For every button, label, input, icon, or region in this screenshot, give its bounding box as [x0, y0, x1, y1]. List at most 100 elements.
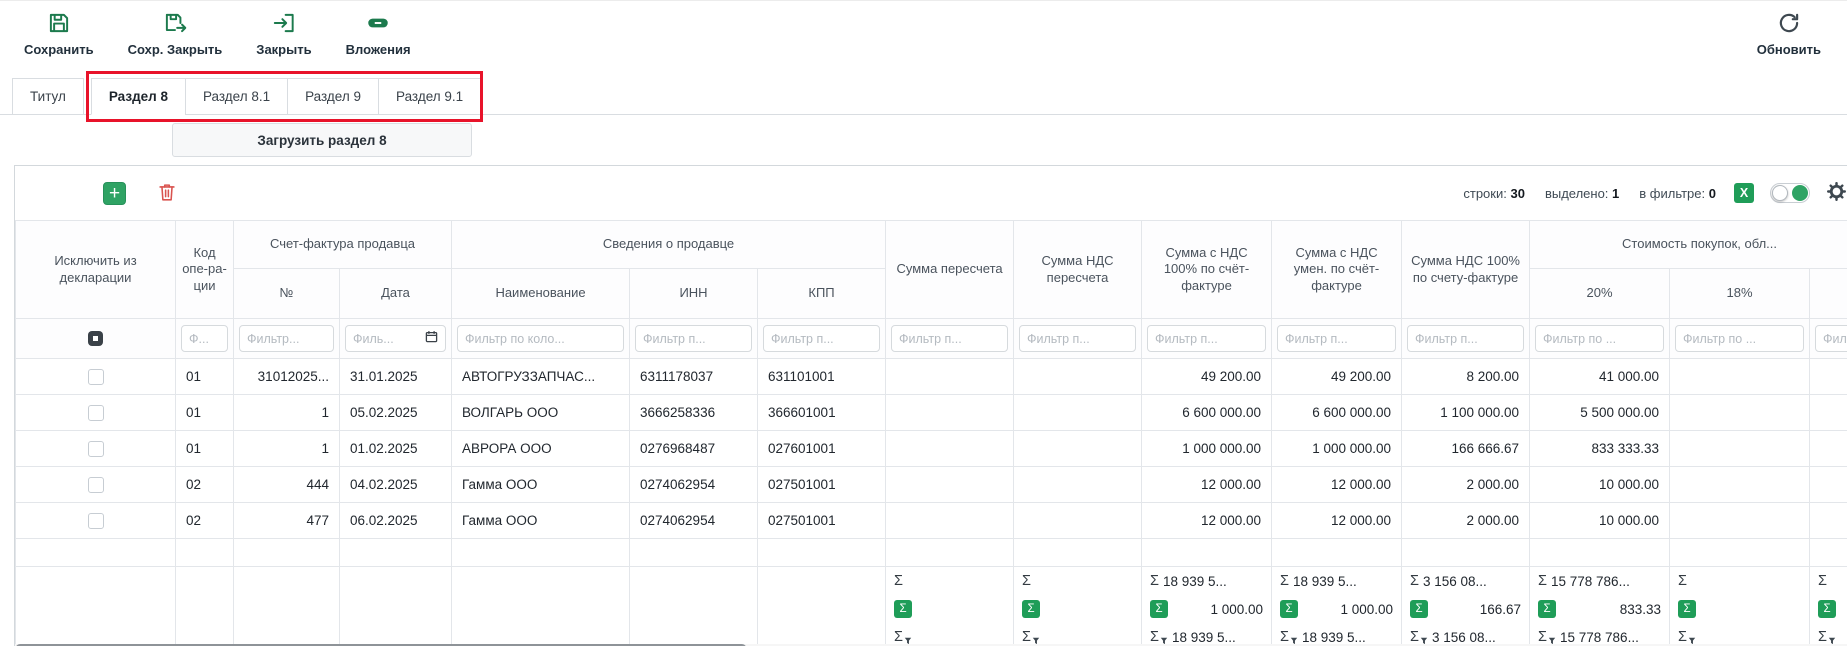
- col-header-20[interactable]: 20%: [1530, 269, 1670, 319]
- tab-razdel-8[interactable]: Раздел 8: [91, 78, 186, 115]
- filtered-sum-icon: Σ: [1150, 629, 1159, 645]
- delete-row-button[interactable]: [156, 181, 178, 206]
- row-checkbox[interactable]: [88, 477, 104, 493]
- col-header-18[interactable]: 18%: [1670, 269, 1810, 319]
- cell-inn: 3666258336: [630, 395, 758, 431]
- row-checkbox[interactable]: [88, 405, 104, 421]
- col-header-opcode[interactable]: Код опе-ра-ции: [176, 221, 234, 319]
- cell-cut: [1810, 359, 1847, 395]
- col-header-inn[interactable]: ИНН: [630, 269, 758, 319]
- cell-cut: [1810, 395, 1847, 431]
- table-row[interactable]: 01 1 01.02.2025 АВРОРА ООО 0276968487 02…: [16, 431, 1847, 467]
- sum-icon: Σ: [1678, 573, 1687, 589]
- col-header-number[interactable]: №: [234, 269, 340, 319]
- cell-vat-100: 166 666.67: [1402, 431, 1530, 467]
- col-header-name[interactable]: Наименование: [452, 269, 630, 319]
- save-label: Сохранить: [24, 42, 94, 57]
- col-header-date[interactable]: Дата: [340, 269, 452, 319]
- row-checkbox[interactable]: [88, 513, 104, 529]
- filter-sum-vat-100-input[interactable]: [1147, 325, 1266, 352]
- cell-inn: 0274062954: [630, 467, 758, 503]
- col-header-cut: [1810, 269, 1847, 319]
- refresh-button[interactable]: Обновить: [1757, 10, 1821, 57]
- cell-name: Гамма ООО: [452, 467, 630, 503]
- close-button[interactable]: Закрыть: [256, 10, 311, 57]
- refresh-icon: [1776, 10, 1802, 39]
- vat-declaration-editor: Сохранить Сохр. Закрыть Закрыть: [0, 0, 1847, 646]
- calendar-icon[interactable]: [425, 330, 438, 347]
- sum-icon: Σ: [1818, 573, 1827, 589]
- cell-number: 1: [234, 431, 340, 467]
- save-close-button[interactable]: Сохр. Закрыть: [128, 10, 223, 57]
- col-header-vat-100[interactable]: Сумма НДС 100% по счету-фактуре: [1402, 221, 1530, 319]
- refresh-label: Обновить: [1757, 42, 1821, 57]
- col-header-kpp[interactable]: КПП: [758, 269, 886, 319]
- sum-icon: Σ: [1150, 573, 1159, 589]
- col-group-invoice: Счет-фактура продавца: [234, 221, 452, 269]
- filter-name-input[interactable]: [457, 325, 624, 352]
- filter-opcode-input[interactable]: [181, 325, 228, 352]
- select-all-checkbox[interactable]: [88, 331, 103, 346]
- filter-recalc-vat-input[interactable]: [1019, 325, 1136, 352]
- add-row-button[interactable]: +: [103, 182, 126, 205]
- footer-18: Σ Σ Σ: [1670, 567, 1810, 646]
- filter-number-input[interactable]: [239, 325, 334, 352]
- cell-20: 833 333.33: [1530, 431, 1670, 467]
- cell-recalc-vat: [1014, 503, 1142, 539]
- tab-titul[interactable]: Титул: [12, 78, 84, 115]
- filter-vat-100-input[interactable]: [1407, 325, 1524, 352]
- cell-sum-vat-reduced: 12 000.00: [1272, 467, 1402, 503]
- col-header-exclude[interactable]: Исключить из декларации: [16, 221, 176, 319]
- close-icon: [271, 10, 297, 39]
- cell-sum-vat-100: 1 000 000.00: [1142, 431, 1272, 467]
- col-header-recalc-sum[interactable]: Сумма пересчета: [886, 221, 1014, 319]
- row-checkbox[interactable]: [88, 441, 104, 457]
- col-group-purchases: Стоимость покупок, обл...: [1530, 221, 1847, 269]
- table-row[interactable]: 02 477 06.02.2025 Гамма ООО 0274062954 0…: [16, 503, 1847, 539]
- filter-sum-vat-reduced-input[interactable]: [1277, 325, 1396, 352]
- col-header-sum-vat-reduced[interactable]: Сумма с НДС умен. по счёт-фактуре: [1272, 221, 1402, 319]
- filtered-sum-icon: Σ: [1410, 629, 1419, 645]
- cell-recalc-vat: [1014, 359, 1142, 395]
- col-header-sum-vat-100[interactable]: Сумма с НДС 100% по счёт-фактуре: [1142, 221, 1272, 319]
- cell-opcode: 01: [176, 395, 234, 431]
- filter-18-input[interactable]: [1675, 325, 1804, 352]
- table-row[interactable]: 01 31012025... 31.01.2025 АВТОГРУЗЗАПЧАС…: [16, 359, 1847, 395]
- filter-20-input[interactable]: [1535, 325, 1664, 352]
- filtered-sum-icon: Σ: [1678, 629, 1687, 645]
- selected-sum-icon: Σ: [894, 600, 912, 618]
- cell-name: ВОЛГАРЬ ООО: [452, 395, 630, 431]
- cell-cut: [1810, 467, 1847, 503]
- filter-inn-input[interactable]: [635, 325, 752, 352]
- row-checkbox[interactable]: [88, 369, 104, 385]
- filtered-count: в фильтре: 0: [1639, 186, 1716, 201]
- filter-date-input[interactable]: [346, 326, 425, 351]
- excel-export-icon[interactable]: X: [1734, 183, 1754, 203]
- grid-toggle[interactable]: [1770, 183, 1810, 203]
- attachments-button[interactable]: Вложения: [346, 10, 411, 57]
- filter-recalc-sum-input[interactable]: [891, 325, 1008, 352]
- plus-icon: +: [109, 184, 120, 203]
- tab-razdel-9[interactable]: Раздел 9: [287, 78, 379, 115]
- attachments-label: Вложения: [346, 42, 411, 57]
- col-header-recalc-vat[interactable]: Сумма НДС пересчета: [1014, 221, 1142, 319]
- close-label: Закрыть: [256, 42, 311, 57]
- load-section-8-button[interactable]: Загрузить раздел 8: [172, 123, 472, 157]
- filter-cut-input[interactable]: [1815, 325, 1847, 352]
- cell-18: [1670, 359, 1810, 395]
- tab-razdel-9-1[interactable]: Раздел 9.1: [378, 78, 481, 115]
- cell-opcode: 02: [176, 503, 234, 539]
- save-button[interactable]: Сохранить: [24, 10, 94, 57]
- filter-kpp-input[interactable]: [763, 325, 880, 352]
- grid-toolbar: + строки: 30 выделено: 1 в фильтре: 0 X: [15, 166, 1847, 220]
- selected-sum-icon: Σ: [1410, 600, 1428, 618]
- tab-razdel-8-1[interactable]: Раздел 8.1: [185, 78, 288, 115]
- cell-cut: [1810, 431, 1847, 467]
- table-row[interactable]: 02 444 04.02.2025 Гамма ООО 0274062954 0…: [16, 467, 1847, 503]
- cell-sum-vat-100: 49 200.00: [1142, 359, 1272, 395]
- cell-recalc-vat: [1014, 467, 1142, 503]
- table-row[interactable]: 01 1 05.02.2025 ВОЛГАРЬ ООО 3666258336 3…: [16, 395, 1847, 431]
- grid-settings-button[interactable]: [1826, 181, 1847, 205]
- toggle-knob: [1772, 185, 1788, 201]
- selected-sum-icon: Σ: [1022, 600, 1040, 618]
